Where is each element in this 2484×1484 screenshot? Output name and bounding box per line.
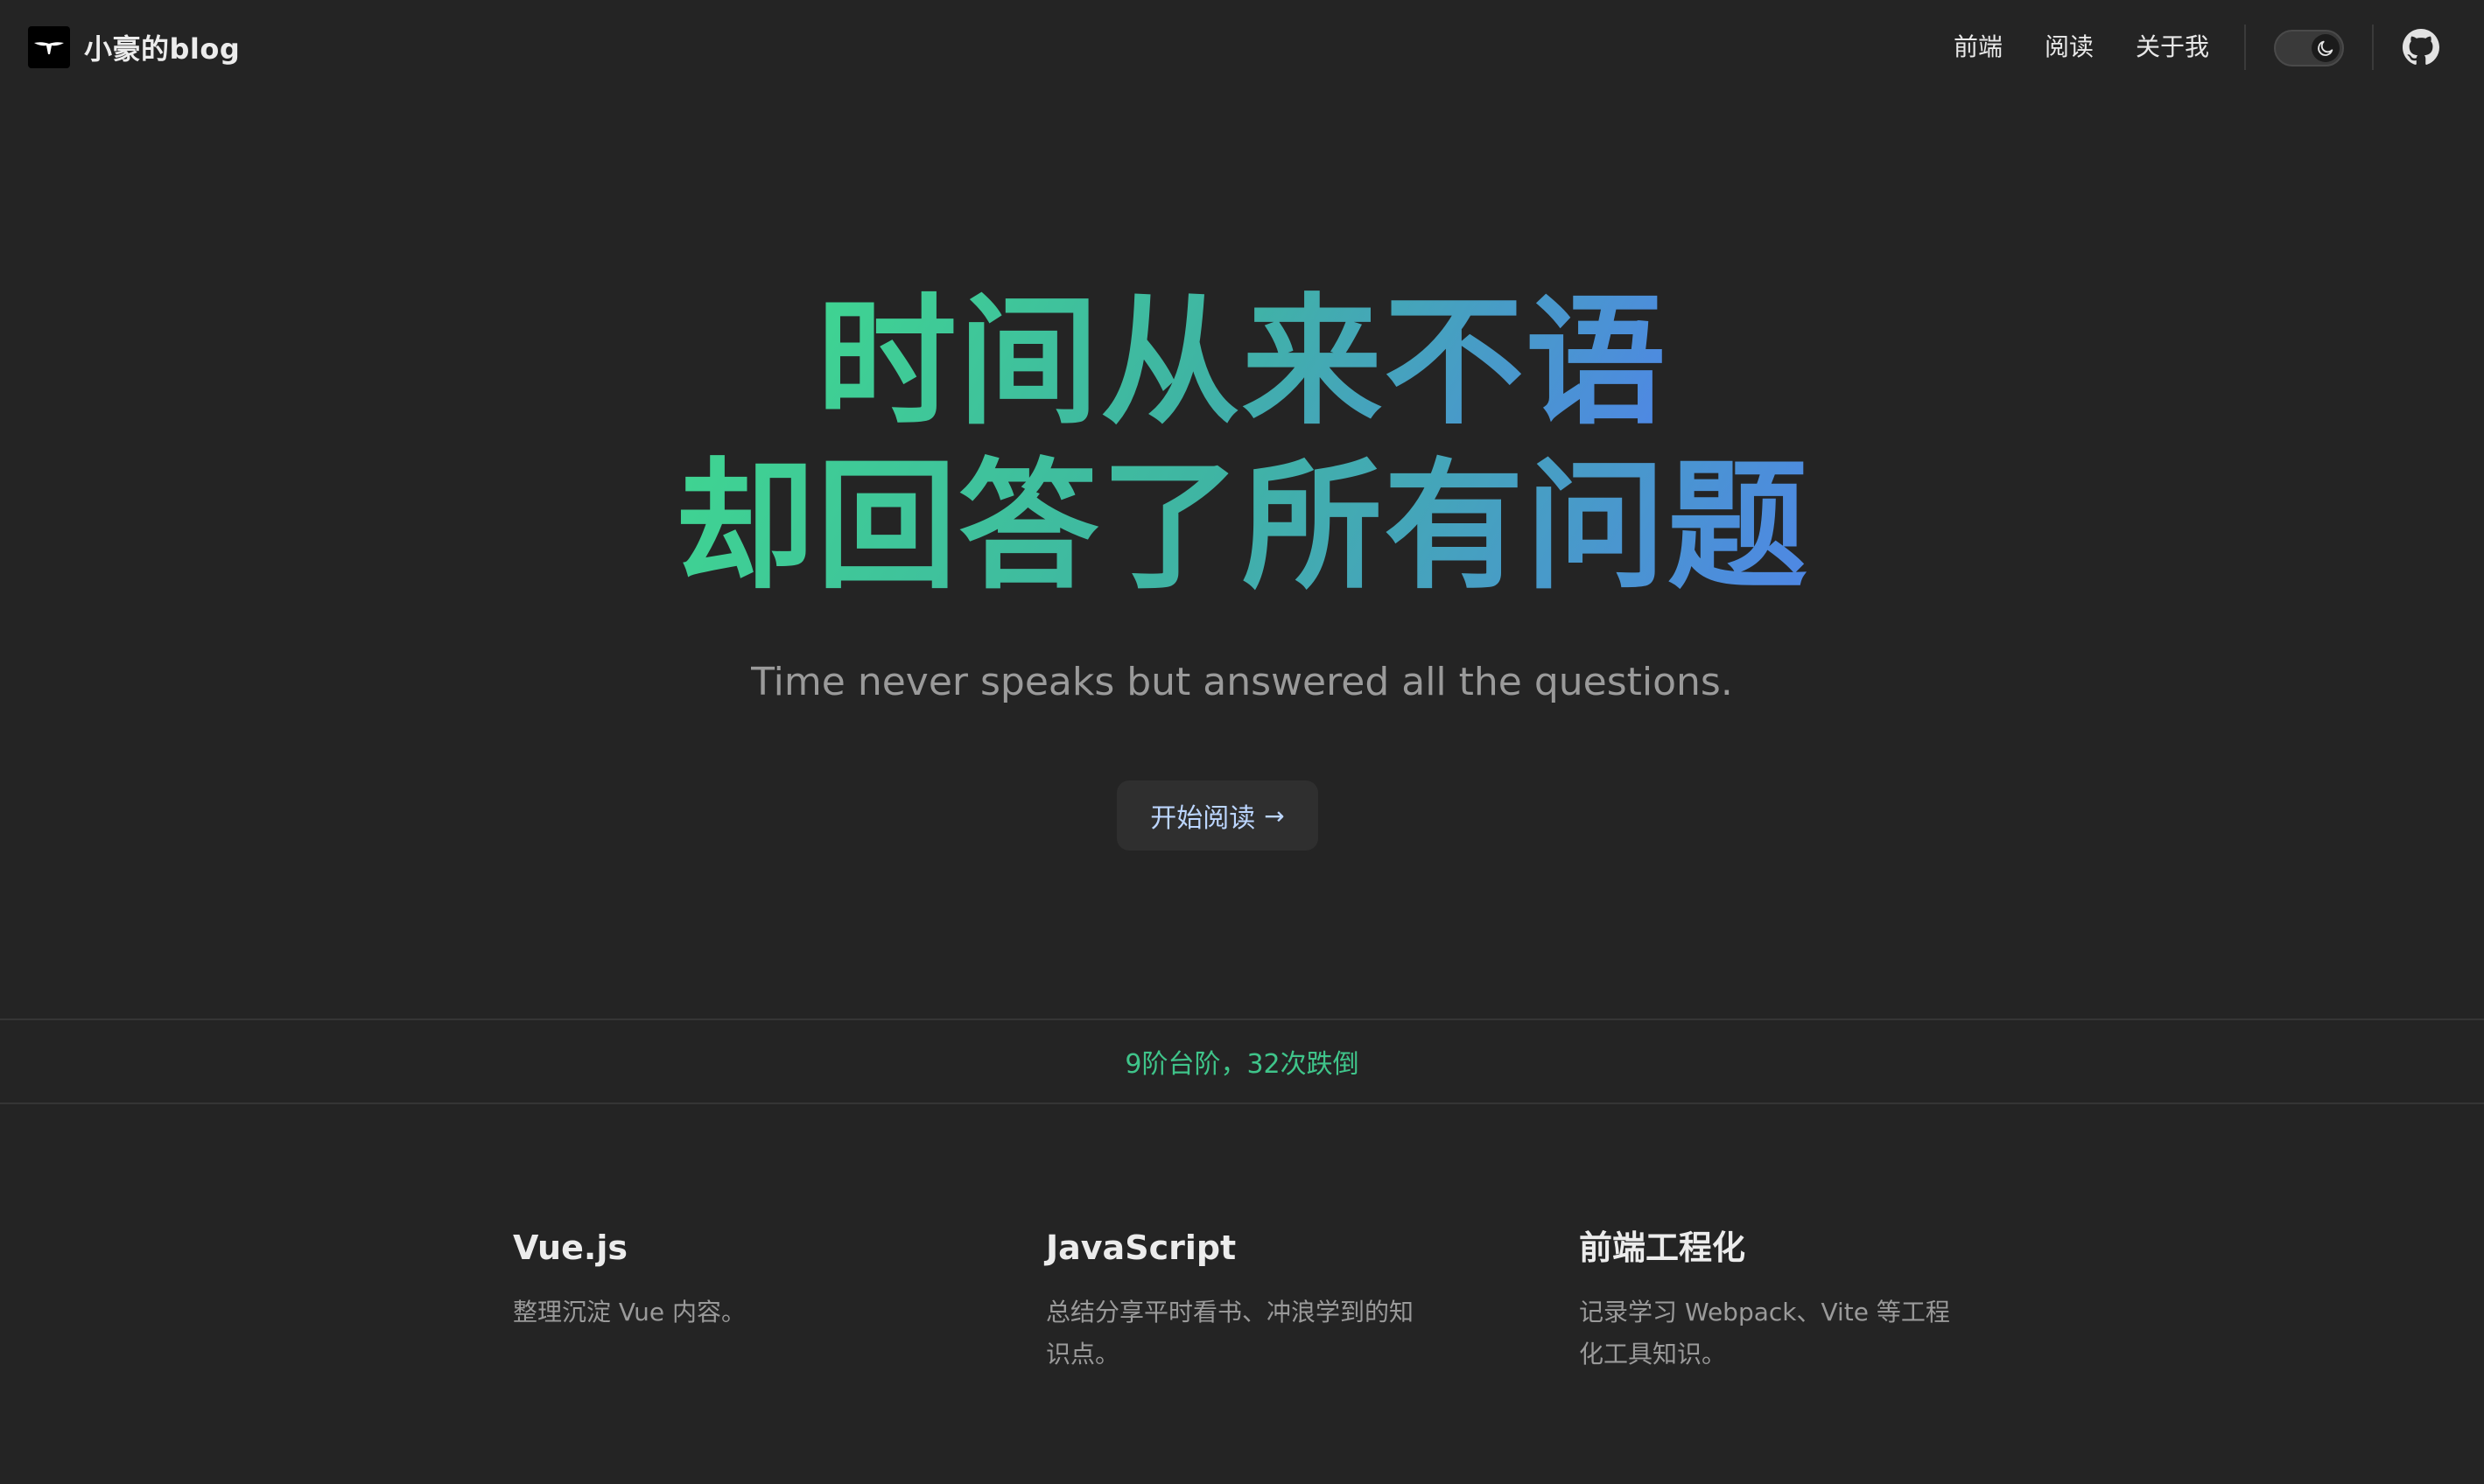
nav-link-reading[interactable]: 阅读	[2045, 30, 2094, 65]
feature-description: 总结分享平时看书、冲浪学到的知识点。	[1046, 1298, 1414, 1368]
nav-divider	[2372, 24, 2374, 70]
arrow-right-icon: →	[1264, 801, 1285, 830]
feature-card-engineering: 前端工程化 记录学习 Webpack、Vite 等工程化工具知识。	[1579, 1223, 1964, 1376]
feature-title: 前端工程化	[1579, 1228, 1746, 1267]
brand-title: 小豪的blog	[84, 32, 241, 66]
feature-title: Vue.js	[513, 1228, 628, 1267]
bird-logo-icon	[28, 26, 70, 68]
navbar: 小豪的blog 前端 阅读 关于我	[0, 0, 2484, 94]
start-reading-button[interactable]: 开始阅读 →	[1117, 780, 1318, 850]
nav-link-frontend[interactable]: 前端	[1954, 30, 2003, 65]
hero-title-line-1: 时间从来不语	[816, 280, 1667, 444]
github-link[interactable]	[2402, 28, 2440, 66]
feature-card-vue: Vue.js 整理沉淀 Vue 内容。	[513, 1223, 898, 1334]
feature-title: JavaScript	[1046, 1228, 1237, 1267]
stats-bar: 9阶台阶，32次跌倒	[0, 1018, 2484, 1104]
theme-toggle-switch[interactable]	[2274, 30, 2344, 66]
nav-link-about[interactable]: 关于我	[2136, 30, 2209, 65]
github-icon	[2403, 29, 2439, 65]
feature-description: 整理沉淀 Vue 内容。	[513, 1298, 747, 1326]
stats-text: 9阶台阶，32次跌倒	[1125, 1049, 1359, 1080]
page: 小豪的blog 前端 阅读 关于我 时间从来不语 却回答了所有问题 Time n…	[0, 0, 2484, 1484]
brand-link[interactable]: 小豪的blog	[28, 26, 240, 68]
nav-divider	[2244, 24, 2246, 70]
feature-card-javascript: JavaScript 总结分享平时看书、冲浪学到的知识点。	[1046, 1223, 1431, 1376]
feature-description: 记录学习 Webpack、Vite 等工程化工具知识。	[1579, 1298, 1950, 1368]
start-reading-label: 开始阅读	[1150, 803, 1256, 834]
hero-title: 时间从来不语 却回答了所有问题	[0, 280, 2484, 609]
hero-tagline: Time never speaks but answered all the q…	[751, 660, 1733, 704]
hero-title-line-2: 却回答了所有问题	[674, 444, 1809, 608]
moon-icon	[2312, 34, 2340, 62]
